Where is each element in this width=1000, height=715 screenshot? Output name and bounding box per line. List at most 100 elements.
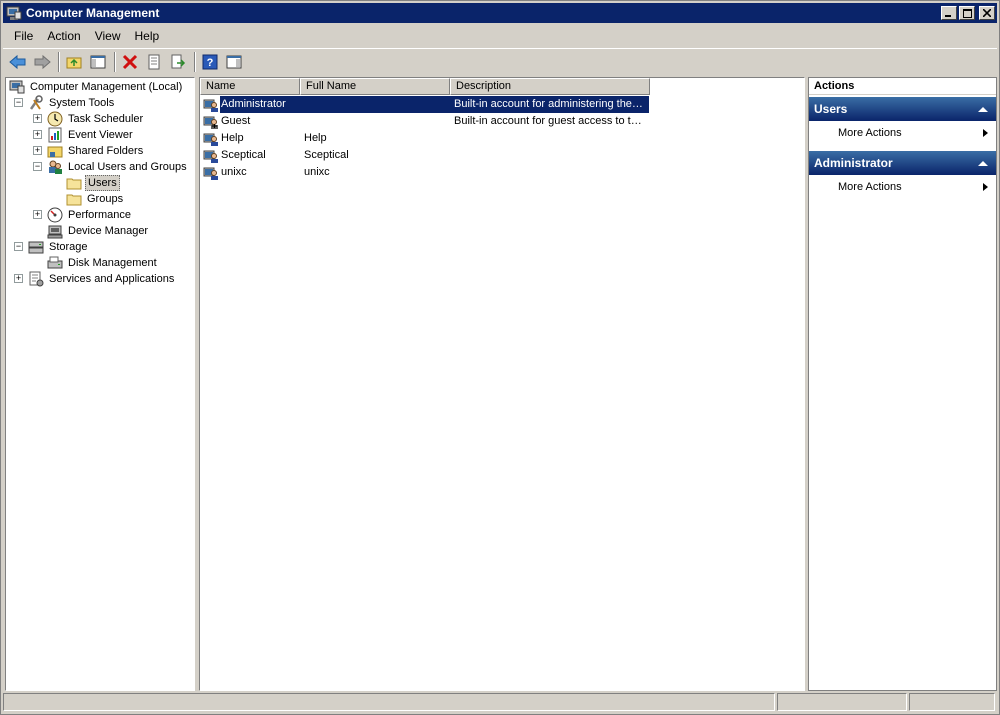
forward-button[interactable] [31, 51, 53, 73]
column-header-name[interactable]: Name [200, 78, 300, 95]
services-icon [28, 271, 44, 287]
cell-name: unixc [221, 166, 247, 178]
tree-item-groups[interactable]: Groups [66, 191, 125, 207]
status-bar [3, 693, 997, 713]
tree-item-system-tools[interactable]: System Tools [28, 95, 116, 111]
tree-label: Users [85, 175, 120, 191]
menu-file[interactable]: File [3, 26, 40, 46]
maximize-icon [962, 8, 972, 18]
tree-item-task-scheduler[interactable]: Task Scheduler [47, 111, 145, 127]
collapse-system-tools[interactable]: − [14, 98, 23, 107]
collapse-storage[interactable]: − [14, 242, 23, 251]
delete-x-icon [122, 54, 138, 69]
computer-management-icon [9, 79, 25, 95]
expand-shared-folders[interactable]: + [33, 146, 42, 155]
more-actions-users[interactable]: More Actions [809, 121, 996, 145]
title-bar[interactable]: Computer Management [3, 3, 997, 23]
back-button[interactable] [7, 51, 29, 73]
more-actions-administrator[interactable]: More Actions [809, 175, 996, 199]
cell-description [449, 130, 649, 147]
computer-management-window: Computer Management File Action View Hel… [0, 0, 1000, 715]
tree-label: Event Viewer [68, 129, 133, 141]
tree-item-device-manager[interactable]: Device Manager [47, 223, 150, 239]
column-header-full-name[interactable]: Full Name [300, 78, 450, 95]
status-segment [909, 693, 995, 711]
table-row[interactable]: Sceptical Sceptical [200, 147, 649, 164]
cell-full-name [299, 96, 449, 113]
table-row[interactable]: unixc unixc [200, 164, 649, 181]
show-hide-action-pane-button[interactable] [223, 51, 245, 73]
tree-item-local-users-and-groups[interactable]: Local Users and Groups [47, 159, 189, 175]
toolbar: ? [3, 48, 997, 74]
forward-arrow-icon [34, 54, 51, 69]
cell-name: Help [221, 132, 244, 144]
svg-text:?: ? [207, 57, 214, 69]
tree-item-performance[interactable]: Performance [47, 207, 133, 223]
properties-icon [148, 54, 160, 69]
cell-full-name: unixc [304, 166, 330, 178]
help-button[interactable]: ? [199, 51, 221, 73]
menu-action[interactable]: Action [40, 26, 87, 46]
folder-up-icon [66, 57, 82, 68]
actions-title: Actions [809, 78, 996, 95]
list-header: Name Full Name Description [200, 78, 650, 95]
export-list-button[interactable] [167, 51, 189, 73]
expand-task-scheduler[interactable]: + [33, 114, 42, 123]
up-one-level-button[interactable] [63, 51, 85, 73]
expand-performance[interactable]: + [33, 210, 42, 219]
minimize-button[interactable] [941, 6, 957, 20]
shared-folder-icon [47, 143, 63, 159]
status-segment [777, 693, 907, 711]
tree-item-users[interactable]: Users [66, 175, 120, 191]
actions-group-label: Administrator [814, 156, 893, 170]
disk-icon [47, 255, 63, 271]
maximize-button[interactable] [959, 6, 975, 20]
close-button[interactable] [979, 6, 995, 20]
cell-description [449, 164, 649, 181]
tree-item-event-viewer[interactable]: Event Viewer [47, 127, 135, 143]
toolbar-separator [194, 51, 196, 72]
console-tree: Computer Management (Local) − System Too… [5, 77, 195, 691]
users-list-view: Name Full Name Description Administrator… [199, 77, 805, 691]
collapse-arrow-icon [978, 160, 988, 166]
actions-group-users[interactable]: Users [809, 97, 996, 121]
tree-item-computer-management[interactable]: Computer Management (Local) [9, 79, 184, 95]
table-row[interactable]: Administrator Built-in account for admin… [200, 96, 649, 113]
actions-group-label: Users [814, 102, 848, 116]
properties-button[interactable] [143, 51, 165, 73]
collapse-local-users-and-groups[interactable]: − [33, 162, 42, 171]
column-header-description[interactable]: Description [450, 78, 650, 95]
table-row[interactable]: Guest Built-in account for guest access … [200, 113, 649, 130]
tree-label: Local Users and Groups [68, 161, 187, 173]
menu-bar: File Action View Help [3, 25, 997, 47]
tree-item-storage[interactable]: Storage [28, 239, 90, 255]
collapse-arrow-icon [978, 106, 988, 112]
menu-help[interactable]: Help [128, 26, 167, 46]
users-group-icon [47, 159, 63, 175]
back-arrow-icon [9, 54, 26, 69]
window-title: Computer Management [26, 6, 160, 20]
tree-item-disk-management[interactable]: Disk Management [47, 255, 159, 271]
actions-group-administrator[interactable]: Administrator [809, 151, 996, 175]
tree-label: Disk Management [68, 257, 157, 269]
tree-item-shared-folders[interactable]: Shared Folders [47, 143, 145, 159]
tree-label: Performance [68, 209, 131, 221]
tree-item-services-and-applications[interactable]: Services and Applications [28, 271, 176, 287]
help-icon: ? [202, 54, 218, 69]
cell-full-name: Help [304, 132, 327, 144]
clock-icon [47, 111, 63, 127]
expand-services-and-applications[interactable]: + [14, 274, 23, 283]
menu-view[interactable]: View [88, 26, 128, 46]
device-manager-icon [47, 223, 63, 239]
close-icon [983, 9, 991, 17]
table-row[interactable]: Help Help [200, 130, 649, 147]
cell-full-name: Sceptical [304, 149, 349, 161]
tree-label: Groups [87, 193, 124, 205]
expand-event-viewer[interactable]: + [33, 130, 42, 139]
cell-description [449, 147, 649, 164]
system-tools-icon [28, 95, 44, 111]
delete-button[interactable] [119, 51, 141, 73]
admin-user-icon [203, 97, 219, 113]
show-hide-console-tree-button[interactable] [87, 51, 109, 73]
tree-label: Device Manager [68, 225, 149, 237]
